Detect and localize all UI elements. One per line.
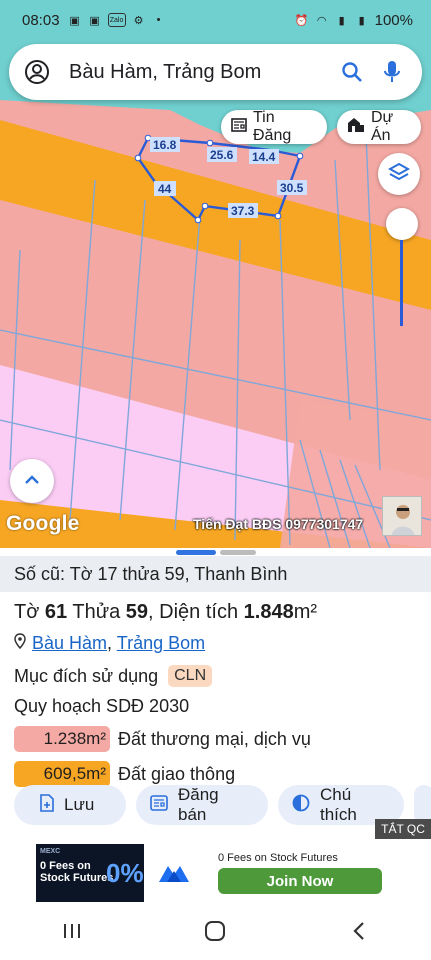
thua-label: Thửa — [72, 601, 121, 623]
to-value: 61 — [44, 601, 68, 623]
microphone-icon[interactable] — [376, 56, 408, 88]
location-line: Bàu Hàm, Trảng Bom — [14, 633, 205, 654]
edge-label-4: 37.3 — [231, 204, 255, 218]
plan-item-label: Đất giao thông — [118, 763, 236, 784]
sheet-tab-inactive[interactable] — [220, 550, 256, 555]
news-chip-label: Tin Đăng — [253, 109, 292, 144]
edge-label-2: 14.4 — [252, 150, 276, 164]
home-icon — [204, 920, 226, 947]
post-sale-label: Đăng bán — [178, 785, 219, 824]
plan-item-transport: 609,5m² Đất giao thông — [14, 761, 235, 787]
battery-level: 100% — [374, 11, 413, 29]
post-sale-button[interactable]: Đăng bán — [136, 785, 268, 825]
newspaper-icon — [231, 117, 247, 137]
info-sheet: Số cũ: Tờ 17 thửa 59, Thanh Bình Tờ 61 T… — [0, 548, 431, 906]
area-unit: m² — [293, 601, 318, 623]
district-link[interactable]: Trảng Bom — [117, 633, 205, 653]
layers-icon — [387, 162, 411, 187]
building-icon — [347, 117, 365, 138]
hide-ads-button[interactable]: TẮT QC — [375, 819, 431, 839]
system-navigation-bar — [0, 906, 431, 960]
zalo-icon: Zalo — [107, 13, 126, 27]
zoom-knob[interactable] — [386, 208, 418, 240]
edge-label-0: 16.8 — [153, 138, 177, 152]
purpose-line: Mục đích sử dụng CLN — [14, 665, 213, 687]
purpose-code-badge: CLN — [168, 665, 213, 687]
status-time: 08:03 — [22, 11, 60, 29]
area-value: 1.848 — [243, 601, 294, 623]
ad-brand: MEXC — [40, 848, 61, 855]
save-label: Lưu — [64, 795, 95, 814]
ad-logo-icon — [144, 844, 204, 902]
image-icon: ▣ — [69, 14, 80, 27]
status-bar: 08:03 ▣ ▣ Zalo ⚙ • ⏰ ◠ ▮ ▮ 100% — [0, 0, 431, 40]
listing-icon — [150, 794, 168, 816]
purpose-label: Mục đích sử dụng — [14, 665, 159, 686]
expand-up-button[interactable] — [10, 459, 54, 503]
plan-title: Quy hoạch SDĐ 2030 — [14, 696, 190, 716]
edge-label-1: 25.6 — [210, 148, 234, 162]
zoom-slider[interactable] — [386, 208, 418, 328]
search-bar[interactable]: Bàu Hàm, Trảng Bom — [9, 44, 422, 100]
ad-title: 0 Fees on Stock Futures — [218, 852, 338, 864]
signal-icon-2: ▮ — [358, 14, 365, 27]
edge-label-5: 30.5 — [280, 181, 304, 195]
alarm-icon: ⏰ — [294, 14, 309, 27]
to-label: Tờ — [14, 601, 40, 623]
ad-image-big: 0% — [106, 858, 144, 888]
thua-value: 59 — [125, 601, 149, 623]
map-view[interactable]: 16.8 25.6 14.4 44 37.3 30.5 08:03 ▣ ▣ Za… — [0, 0, 431, 548]
search-input[interactable]: Bàu Hàm, Trảng Bom — [69, 61, 328, 84]
home-button[interactable] — [185, 913, 245, 953]
back-button[interactable] — [329, 913, 389, 953]
wifi-icon: ◠ — [316, 14, 327, 27]
news-chip[interactable]: Tin Đăng — [221, 109, 327, 144]
save-button[interactable]: Lưu — [14, 785, 126, 825]
sheet-tab-indicator[interactable] — [176, 550, 256, 555]
old-info-row: Số cũ: Tờ 17 thửa 59, Thanh Bình — [0, 556, 431, 592]
layers-button[interactable] — [378, 153, 420, 195]
project-chip[interactable]: Dự Án — [337, 109, 421, 144]
google-logo: Google — [6, 512, 80, 535]
location-pin-icon — [14, 633, 26, 654]
contrast-icon — [292, 794, 310, 817]
parcel-summary: Tờ 61 Thửa 59, Diện tích 1.848m² — [14, 601, 318, 623]
ad-content: 0 Fees on Stock Futures Join Now — [218, 852, 396, 894]
zoom-track[interactable] — [400, 240, 403, 326]
ad-image[interactable]: MEXC 0 Fees on Stock Futures 0% — [36, 844, 144, 902]
account-icon[interactable] — [23, 58, 51, 86]
signal-icon: ▮ — [338, 14, 345, 27]
plan-item-label: Đất thương mại, dịch vụ — [118, 728, 311, 749]
project-chip-label: Dự Án — [371, 109, 394, 144]
status-icons-left: ▣ ▣ Zalo ⚙ • — [68, 13, 166, 27]
sheet-tab-active[interactable] — [176, 550, 216, 555]
search-icon[interactable] — [336, 56, 368, 88]
plan-item-area: 609,5m² — [14, 761, 110, 787]
action-row: Lưu Đăng bán Chú thích — [14, 785, 431, 825]
plan-item-commerce: 1.238m² Đất thương mại, dịch vụ — [14, 726, 311, 752]
recent-apps-button[interactable] — [42, 913, 102, 953]
watermark-text: Tiến Đạt BĐS 0977301747 — [193, 516, 364, 532]
ad-join-button[interactable]: Join Now — [218, 868, 382, 894]
add-file-icon — [40, 793, 54, 817]
plan-item-area: 1.238m² — [14, 726, 110, 752]
dot-icon: • — [156, 14, 161, 26]
back-icon — [352, 921, 366, 946]
gear-icon: ⚙ — [133, 14, 144, 27]
watermark-photo — [382, 496, 422, 536]
image-icon-2: ▣ — [89, 14, 100, 27]
ad-banner[interactable]: MEXC 0 Fees on Stock Futures 0% 0 Fees o… — [36, 844, 396, 902]
area-label: Diện tích — [159, 601, 239, 623]
edge-label-3: 44 — [158, 182, 172, 196]
status-icons-right: ⏰ ◠ ▮ ▮ 100% — [295, 12, 413, 29]
commune-link[interactable]: Bàu Hàm — [32, 633, 107, 653]
recent-apps-icon — [62, 922, 82, 945]
chevron-up-icon — [24, 472, 40, 490]
